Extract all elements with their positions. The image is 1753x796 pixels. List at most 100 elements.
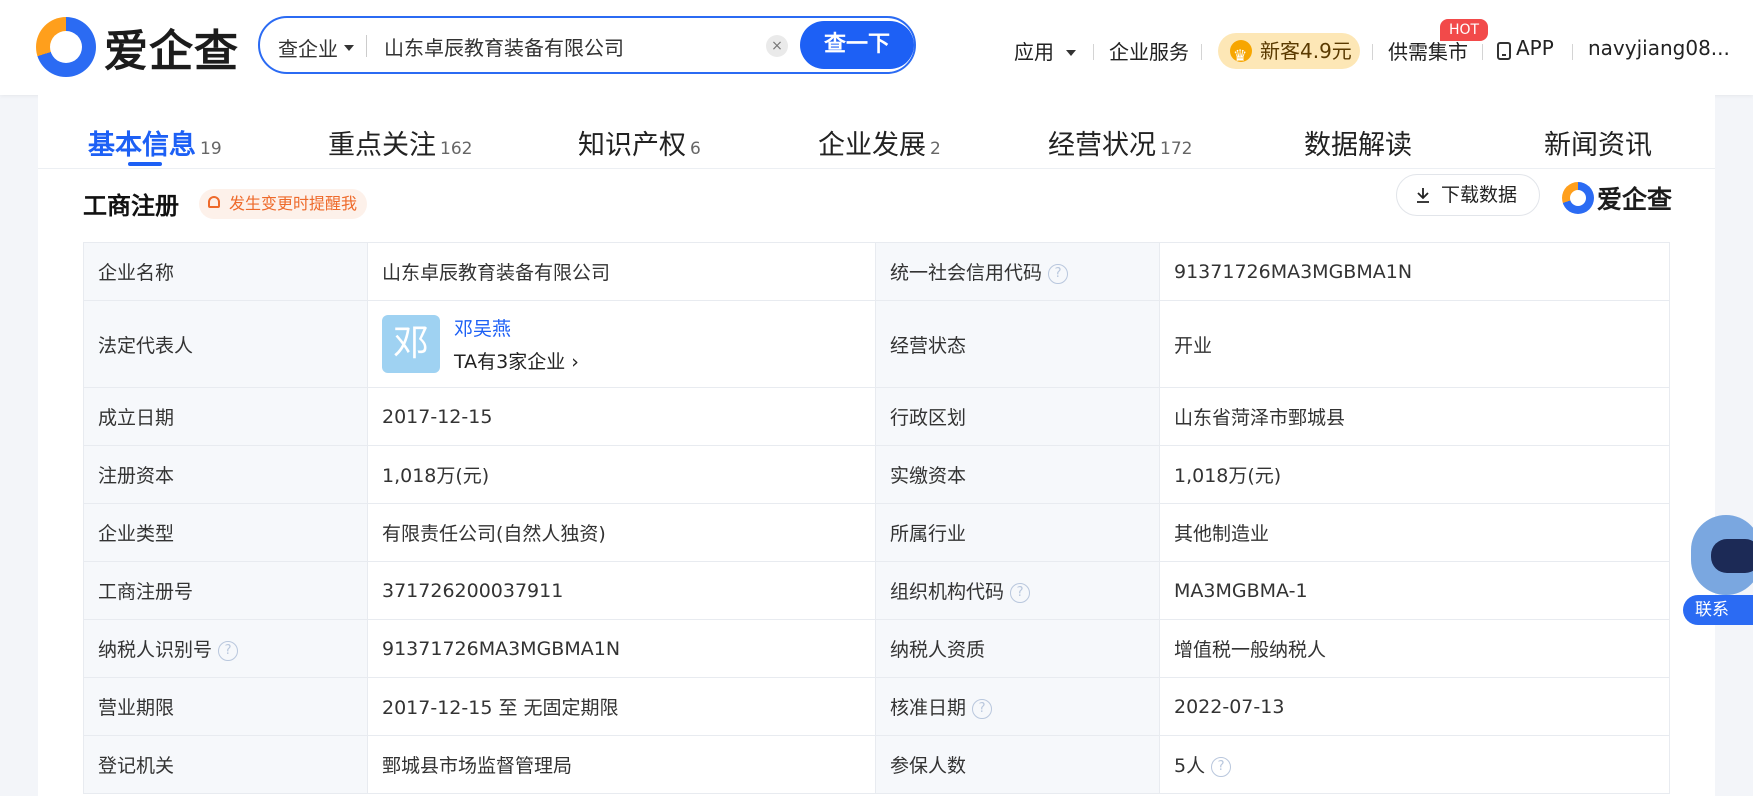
- robot-mascot-icon: [1691, 515, 1753, 595]
- promo-label: 新客4.9元: [1260, 39, 1352, 63]
- tab-label: 数据解读: [1304, 130, 1412, 161]
- field-value: 增值税一般纳税人: [1159, 619, 1670, 678]
- field-label: 法定代表人: [83, 300, 368, 388]
- tab-news[interactable]: 新闻资讯: [1544, 123, 1652, 162]
- field-label-text: 统一社会信用代码: [890, 262, 1043, 284]
- rep-companies-label: TA有3家企业: [454, 351, 566, 373]
- field-label: 实缴资本: [875, 445, 1160, 504]
- chevron-down-icon: [344, 44, 354, 51]
- tab-count: 172: [1160, 139, 1193, 159]
- search-type-label: 查企业: [278, 37, 338, 61]
- user-account[interactable]: navyjiang08...: [1588, 36, 1730, 60]
- field-value: 开业: [1159, 300, 1670, 388]
- phone-icon: [1497, 42, 1511, 60]
- field-value: 1,018万(元): [1159, 445, 1670, 504]
- field-value: 有限责任公司(自然人独资): [367, 503, 876, 562]
- field-label: 企业类型: [83, 503, 368, 562]
- field-value: 5人?: [1159, 735, 1670, 794]
- tab-label: 基本信息: [88, 130, 196, 161]
- field-label-text: 组织机构代码: [890, 581, 1005, 603]
- help-icon[interactable]: ?: [1048, 264, 1069, 284]
- logo-icon: [1562, 182, 1594, 214]
- robot-face: [1711, 539, 1753, 573]
- customer-service-widget[interactable]: 联系: [1683, 515, 1753, 625]
- field-value: 371726200037911: [367, 561, 876, 620]
- clear-search-button[interactable]: ×: [766, 35, 788, 57]
- field-label: 纳税人资质: [875, 619, 1160, 678]
- tab-data-analysis[interactable]: 数据解读: [1304, 123, 1412, 162]
- table-row: 登记机关 鄄城县市场监督管理局 参保人数 5人?: [83, 735, 1670, 794]
- field-label: 参保人数: [875, 735, 1160, 794]
- tab-key-focus[interactable]: 重点关注 162: [328, 123, 472, 162]
- field-value: 1,018万(元): [367, 445, 876, 504]
- legal-rep-companies-link[interactable]: TA有3家企业 ›: [454, 347, 579, 374]
- nav-services[interactable]: 企业服务: [1109, 36, 1189, 65]
- nav-divider: [1093, 44, 1094, 60]
- top-header: 爱企查 查企业 × 查一下 应用 企业服务 新客4.9元 供需集市 HOT AP…: [0, 0, 1753, 95]
- field-value: 2022-07-13: [1159, 677, 1670, 736]
- field-label: 成立日期: [83, 387, 368, 446]
- tab-ip[interactable]: 知识产权 6: [578, 123, 701, 162]
- nav-divider: [1372, 44, 1373, 60]
- tab-operations[interactable]: 经营状况 172: [1048, 123, 1192, 162]
- field-label: 企业名称: [83, 242, 368, 301]
- registration-table: 企业名称 山东卓辰教育装备有限公司 统一社会信用代码? 91371726MA3M…: [83, 242, 1670, 794]
- table-row: 企业类型 有限责任公司(自然人独资) 所属行业 其他制造业: [83, 503, 1670, 562]
- field-label-text: 核准日期: [890, 697, 967, 719]
- field-value: MA3MGBMA-1: [1159, 561, 1670, 620]
- section-title: 工商注册: [83, 192, 179, 220]
- field-value: 其他制造业: [1159, 503, 1670, 562]
- field-label: 所属行业: [875, 503, 1160, 562]
- field-label: 登记机关: [83, 735, 368, 794]
- chevron-right-icon: ›: [571, 351, 579, 373]
- tab-count: 6: [690, 139, 701, 159]
- field-label: 工商注册号: [83, 561, 368, 620]
- tab-label: 经营状况: [1048, 130, 1156, 161]
- field-value: 山东卓辰教育装备有限公司: [367, 242, 876, 301]
- download-icon: [1417, 188, 1429, 203]
- tab-development[interactable]: 企业发展 2: [818, 123, 941, 162]
- help-icon[interactable]: ?: [1010, 583, 1031, 603]
- tab-label: 新闻资讯: [1544, 130, 1652, 161]
- help-icon[interactable]: ?: [1211, 757, 1232, 777]
- new-customer-promo[interactable]: 新客4.9元: [1218, 33, 1360, 74]
- site-logo[interactable]: 爱企查: [36, 16, 239, 78]
- field-value: 2017-12-15: [367, 387, 876, 446]
- tab-label: 企业发展: [818, 130, 926, 161]
- field-label: 核准日期?: [875, 677, 1160, 736]
- table-row: 成立日期 2017-12-15 行政区划 山东省菏泽市鄄城县: [83, 387, 1670, 446]
- field-value: 山东省菏泽市鄄城县: [1159, 387, 1670, 446]
- nav-divider: [1482, 44, 1483, 60]
- field-label-text: 纳税人识别号: [98, 639, 213, 661]
- field-value: 鄄城县市场监督管理局: [367, 735, 876, 794]
- nav-apps[interactable]: 应用: [1014, 36, 1077, 65]
- search-button[interactable]: 查一下: [800, 21, 914, 69]
- tab-count: 19: [200, 139, 222, 159]
- field-label: 纳税人识别号?: [83, 619, 368, 678]
- hot-badge: HOT: [1440, 19, 1488, 41]
- tab-basic-info[interactable]: 基本信息 19: [88, 123, 222, 162]
- company-info-card: 基本信息 19 重点关注 162 知识产权 6 企业发展 2 经营状况 172 数据解读 …: [38, 95, 1715, 796]
- nav-app[interactable]: APP: [1516, 36, 1554, 60]
- legal-rep-name-link[interactable]: 邓吴燕: [454, 314, 579, 341]
- brand-watermark-logo: 爱企查: [1562, 180, 1672, 216]
- contact-button[interactable]: 联系: [1683, 595, 1753, 625]
- help-icon[interactable]: ?: [218, 641, 239, 661]
- legal-rep-cell: 邓 邓吴燕 TA有3家企业 ›: [367, 300, 876, 388]
- table-row: 工商注册号 371726200037911 组织机构代码? MA3MGBMA-1: [83, 561, 1670, 620]
- change-reminder-button[interactable]: 发生变更时提醒我: [199, 189, 368, 219]
- table-row: 企业名称 山东卓辰教育装备有限公司 统一社会信用代码? 91371726MA3M…: [83, 242, 1670, 301]
- field-value: 2017-12-15 至 无固定期限: [367, 677, 876, 736]
- search-type-dropdown[interactable]: 查企业: [278, 33, 354, 62]
- avatar[interactable]: 邓: [382, 315, 440, 373]
- help-icon[interactable]: ?: [972, 699, 993, 719]
- tab-count: 2: [930, 139, 941, 159]
- field-value: 91371726MA3MGBMA1N: [1159, 242, 1670, 301]
- field-label: 营业期限: [83, 677, 368, 736]
- field-value: 91371726MA3MGBMA1N: [367, 619, 876, 678]
- tab-label: 知识产权: [578, 130, 686, 161]
- active-tab-indicator: [128, 162, 162, 166]
- search-bar: 查企业 × 查一下: [258, 16, 1006, 74]
- download-data-button[interactable]: 下载数据: [1396, 174, 1540, 216]
- field-label: 统一社会信用代码?: [875, 242, 1160, 301]
